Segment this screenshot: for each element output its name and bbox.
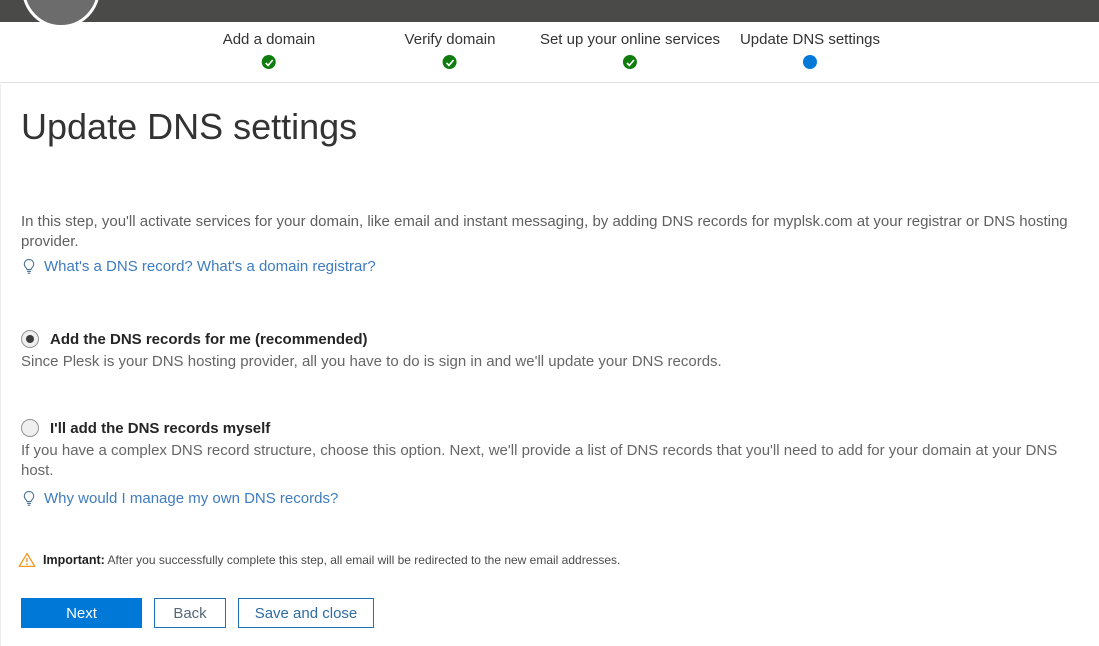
lightbulb-icon bbox=[21, 258, 37, 275]
back-button[interactable]: Back bbox=[154, 598, 226, 628]
option-label[interactable]: Add the DNS records for me (recommended) bbox=[50, 331, 368, 348]
help-link-manage-own-dns[interactable]: Why would I manage my own DNS records? bbox=[44, 490, 338, 507]
wizard-stepper: Add a domain Verify domain Set up your o… bbox=[0, 22, 1099, 83]
top-app-bar bbox=[0, 0, 1099, 22]
warning-prefix: Important: bbox=[43, 553, 105, 567]
step-update-dns-settings: Update DNS settings bbox=[740, 31, 880, 74]
step-set-up-online-services: Set up your online services bbox=[540, 31, 720, 74]
option-description: Since Plesk is your DNS hosting provider… bbox=[21, 352, 1079, 372]
help-link-row-2: Why would I manage my own DNS records? bbox=[21, 490, 1079, 507]
step-label: Set up your online services bbox=[540, 31, 720, 48]
next-button[interactable]: Next bbox=[21, 598, 142, 628]
step-label: Add a domain bbox=[223, 31, 316, 48]
warning-triangle-icon bbox=[18, 552, 36, 568]
radio-button-add-myself[interactable] bbox=[21, 419, 39, 437]
radio-button-add-for-me[interactable] bbox=[21, 330, 39, 348]
step-complete-check-icon bbox=[623, 55, 637, 69]
warning-text: Important: After you successfully comple… bbox=[43, 553, 620, 567]
button-row: Next Back Save and close bbox=[21, 598, 374, 628]
save-and-close-button[interactable]: Save and close bbox=[238, 598, 374, 628]
radio-option-0: Add the DNS records for me (recommended)… bbox=[21, 330, 1079, 372]
page-title: Update DNS settings bbox=[21, 106, 1079, 148]
step-current-dot-icon bbox=[803, 55, 817, 69]
radio-option-1: I'll add the DNS records myself If you h… bbox=[21, 419, 1079, 481]
lightbulb-icon bbox=[21, 490, 37, 507]
step-label: Verify domain bbox=[405, 31, 496, 48]
step-label: Update DNS settings bbox=[740, 31, 880, 48]
option-description: If you have a complex DNS record structu… bbox=[21, 441, 1079, 481]
option-label[interactable]: I'll add the DNS records myself bbox=[50, 420, 270, 437]
step-add-a-domain: Add a domain bbox=[223, 31, 316, 74]
main-content: Update DNS settings In this step, you'll… bbox=[0, 84, 1099, 646]
help-link-dns-record[interactable]: What's a DNS record? What's a domain reg… bbox=[44, 258, 376, 275]
intro-text: In this step, you'll activate services f… bbox=[21, 212, 1079, 252]
warning-message: After you successfully complete this ste… bbox=[107, 553, 620, 567]
step-complete-check-icon bbox=[262, 55, 276, 69]
help-link-row-1: What's a DNS record? What's a domain reg… bbox=[21, 258, 1079, 275]
warning-row: Important: After you successfully comple… bbox=[18, 552, 1018, 568]
step-complete-check-icon bbox=[443, 55, 457, 69]
step-verify-domain: Verify domain bbox=[405, 31, 496, 74]
